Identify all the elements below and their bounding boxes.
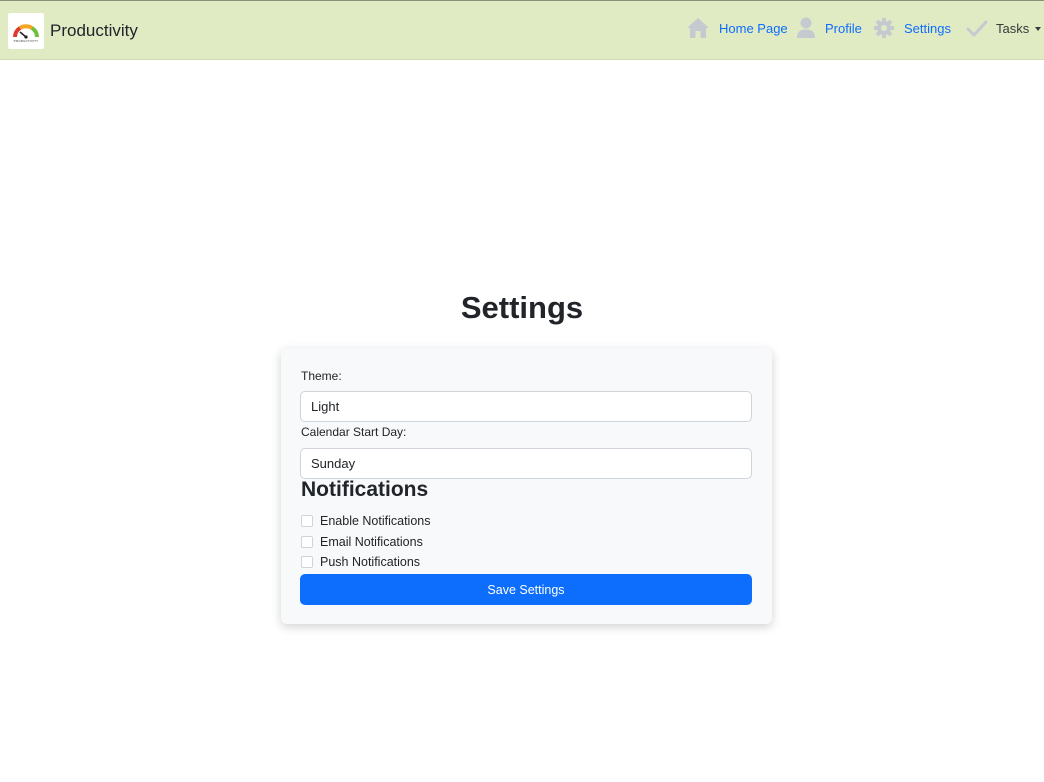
chevron-down-icon xyxy=(1035,27,1042,31)
nav-home-page[interactable]: Home Page xyxy=(686,17,788,39)
nav-tasks-label: Tasks xyxy=(996,20,1030,36)
check-icon xyxy=(966,18,988,38)
push-notifications-label: Push Notifications xyxy=(320,555,421,569)
enable-notifications-option[interactable]: Enable Notifications xyxy=(301,514,430,528)
nav-profile[interactable]: Profile xyxy=(796,17,862,39)
nav-settings-label: Settings xyxy=(904,20,951,36)
top-navbar: PRODUCTIVITY Productivity Home Page Prof… xyxy=(0,0,1044,60)
push-notifications-checkbox[interactable] xyxy=(301,556,313,568)
page-title: Settings xyxy=(460,290,584,325)
settings-card: Theme: Light Calendar Start Day: Sunday … xyxy=(281,348,772,624)
brand-name: Productivity xyxy=(50,21,138,40)
calendar-start-day-select[interactable]: Sunday xyxy=(300,448,752,479)
user-icon xyxy=(796,17,816,39)
theme-select[interactable]: Light xyxy=(300,391,752,422)
enable-notifications-checkbox[interactable] xyxy=(301,515,313,527)
nav-home-label: Home Page xyxy=(719,20,788,36)
email-notifications-checkbox[interactable] xyxy=(301,536,313,548)
brand[interactable]: PRODUCTIVITY Productivity xyxy=(8,13,138,49)
theme-label: Theme: xyxy=(301,369,342,383)
enable-notifications-label: Enable Notifications xyxy=(320,514,431,528)
logo: PRODUCTIVITY xyxy=(8,13,44,49)
nav-tasks-dropdown[interactable]: Tasks xyxy=(966,18,1042,38)
notifications-heading: Notifications xyxy=(301,478,429,501)
email-notifications-label: Email Notifications xyxy=(320,535,423,549)
gear-icon xyxy=(873,17,895,39)
push-notifications-option[interactable]: Push Notifications xyxy=(301,555,420,569)
nav-settings[interactable]: Settings xyxy=(873,17,951,39)
save-settings-button[interactable]: Save Settings xyxy=(300,574,752,605)
nav-profile-label: Profile xyxy=(825,20,862,36)
calendar-start-day-label: Calendar Start Day: xyxy=(301,425,407,439)
home-icon xyxy=(686,17,710,39)
email-notifications-option[interactable]: Email Notifications xyxy=(301,535,423,549)
logo-text: PRODUCTIVITY xyxy=(13,39,39,43)
